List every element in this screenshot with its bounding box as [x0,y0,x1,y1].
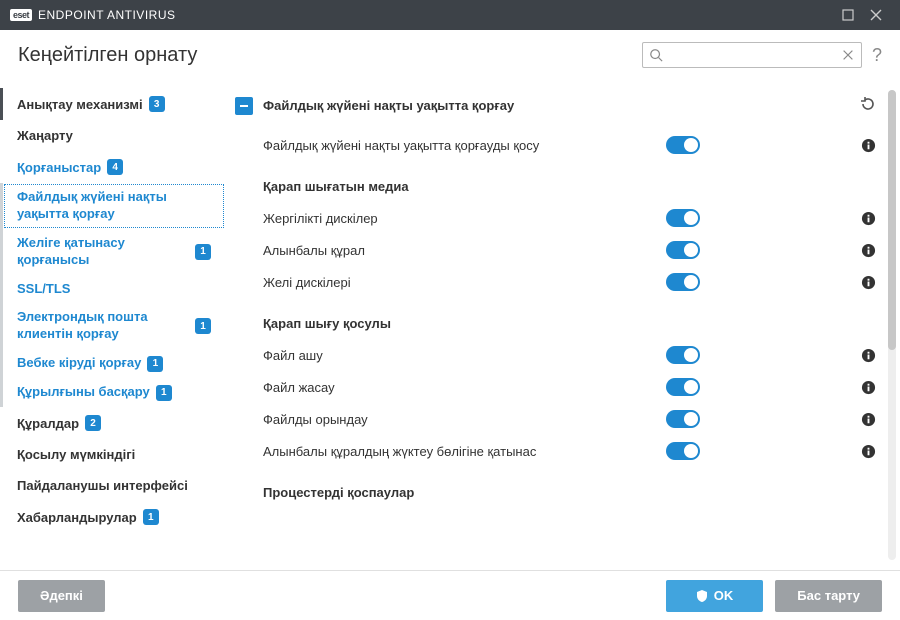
info-icon[interactable] [860,443,876,459]
header: Кеңейтілген орнату ? [0,30,900,80]
row-network-drives: Желі дискілері [235,266,876,298]
sidebar-badge: 1 [156,385,172,401]
sidebar-badge: 1 [143,509,159,525]
sidebar-item-detection[interactable]: Анықтау механизмі 3 [0,88,225,120]
sidebar-item-label: Құралдар [17,416,79,431]
sidebar-item-label: Қорғаныстар [17,160,101,175]
toggle-removable-boot[interactable] [666,442,700,460]
sidebar-badge: 1 [195,318,211,334]
sidebar-item-notifications[interactable]: Хабарландырулар 1 [0,501,225,533]
search-input[interactable] [663,48,841,62]
sidebar-sub-email[interactable]: Электрондық пошта клиентін қорғау 1 [3,303,225,349]
revert-icon[interactable] [860,96,876,115]
sidebar-item-label: Қосылу мүмкіндігі [17,447,135,462]
sidebar-item-label: Вебке кіруді қорғау [17,355,141,372]
content-panel: Файлдық жүйені нақты уақытта қорғау Файл… [225,80,900,570]
info-icon[interactable] [860,137,876,153]
row-enable-realtime: Файлдық жүйені нақты уақытта қорғауды қо… [235,129,876,161]
row-local-drives: Жергілікті дискілер [235,202,876,234]
scrollbar-thumb[interactable] [888,90,896,350]
sidebar-item-connectivity[interactable]: Қосылу мүмкіндігі [0,439,225,470]
sidebar-item-label: Анықтау механизмі [17,97,143,112]
page-title: Кеңейтілген орнату [18,44,642,67]
help-button[interactable]: ? [872,45,882,66]
sidebar-item-label: SSL/TLS [17,281,70,298]
sidebar-sub-network[interactable]: Желіге қатынасу қорғанысы 1 [3,229,225,275]
collapse-icon[interactable] [235,97,253,115]
row-file-create: Файл жасау [235,371,876,403]
cancel-button[interactable]: Бас тарту [775,580,882,612]
window-maximize-button[interactable] [834,0,862,30]
product-name: ENDPOINT ANTIVIRUS [38,8,175,22]
search-icon [649,48,663,62]
sidebar-badge: 2 [85,415,101,431]
toggle-file-open[interactable] [666,346,700,364]
info-icon[interactable] [860,347,876,363]
toggle-network-drives[interactable] [666,273,700,291]
group-scan-title: Қарап шығу қосулы [235,298,876,339]
ok-label: OK [714,588,734,603]
app-brand: eset ENDPOINT ANTIVIRUS [10,8,175,22]
sidebar-item-label: Файлдық жүйені нақты уақытта қорғау [17,189,211,223]
ok-button[interactable]: OK [666,580,764,612]
titlebar: eset ENDPOINT ANTIVIRUS [0,0,900,30]
row-label: Файлды орындау [263,412,666,427]
scrollbar[interactable] [888,90,896,560]
info-icon[interactable] [860,274,876,290]
sidebar-sub-device[interactable]: Құрылғыны басқару 1 [3,378,225,407]
sidebar-item-label: Желіге қатынасу қорғанысы [17,235,189,269]
row-label: Файлдық жүйені нақты уақытта қорғауды қо… [263,138,666,153]
toggle-removable-media[interactable] [666,241,700,259]
info-icon[interactable] [860,210,876,226]
sidebar-item-ui[interactable]: Пайдаланушы интерфейсі [0,470,225,501]
sidebar-item-label: Электрондық пошта клиентін қорғау [17,309,189,343]
row-file-execute: Файлды орындау [235,403,876,435]
sidebar-item-protections[interactable]: Қорғаныстар 4 [0,151,225,183]
sidebar-item-label: Пайдаланушы интерфейсі [17,478,188,493]
info-icon[interactable] [860,242,876,258]
sidebar-badge: 3 [149,96,165,112]
group-media-title: Қарап шығатын медиа [235,161,876,202]
sidebar-badge: 1 [195,244,211,260]
shield-icon [696,590,708,602]
search-input-wrap[interactable] [642,42,862,68]
sidebar-item-tools[interactable]: Құралдар 2 [0,407,225,439]
toggle-local-drives[interactable] [666,209,700,227]
default-button[interactable]: Әдепкі [18,580,105,612]
sidebar-item-label: Құрылғыны басқару [17,384,150,401]
clear-search-icon[interactable] [841,48,855,62]
sidebar-item-label: Хабарландырулар [17,510,137,525]
row-removable-media: Алынбалы құрал [235,234,876,266]
row-label: Алынбалы құралдың жүктеу бөлігіне қатына… [263,444,666,459]
row-label: Жергілікті дискілер [263,211,666,226]
brand-badge: eset [10,9,32,21]
sidebar-badge: 4 [107,159,123,175]
sidebar-sub-ssl[interactable]: SSL/TLS [3,275,225,304]
sidebar-sub-web[interactable]: Вебке кіруді қорғау 1 [3,349,225,378]
footer: Әдепкі OK Бас тарту [0,570,900,620]
row-label: Желі дискілері [263,275,666,290]
toggle-enable-realtime[interactable] [666,136,700,154]
row-label: Файл ашу [263,348,666,363]
row-removable-boot: Алынбалы құралдың жүктеу бөлігіне қатына… [235,435,876,467]
sidebar: Анықтау механизмі 3 Жаңарту Қорғаныстар … [0,80,225,570]
section-title: Файлдық жүйені нақты уақытта қорғау [263,98,850,113]
window-close-button[interactable] [862,0,890,30]
sidebar-badge: 1 [147,356,163,372]
row-file-open: Файл ашу [235,339,876,371]
sidebar-item-label: Жаңарту [17,128,73,143]
sidebar-sub-realtime[interactable]: Файлдық жүйені нақты уақытта қорғау [3,183,225,229]
group-proc-title: Процестерді қоспаулар [235,467,876,508]
toggle-file-execute[interactable] [666,410,700,428]
info-icon[interactable] [860,379,876,395]
sidebar-item-update[interactable]: Жаңарту [0,120,225,151]
info-icon[interactable] [860,411,876,427]
row-label: Алынбалы құрал [263,243,666,258]
row-label: Файл жасау [263,380,666,395]
toggle-file-create[interactable] [666,378,700,396]
